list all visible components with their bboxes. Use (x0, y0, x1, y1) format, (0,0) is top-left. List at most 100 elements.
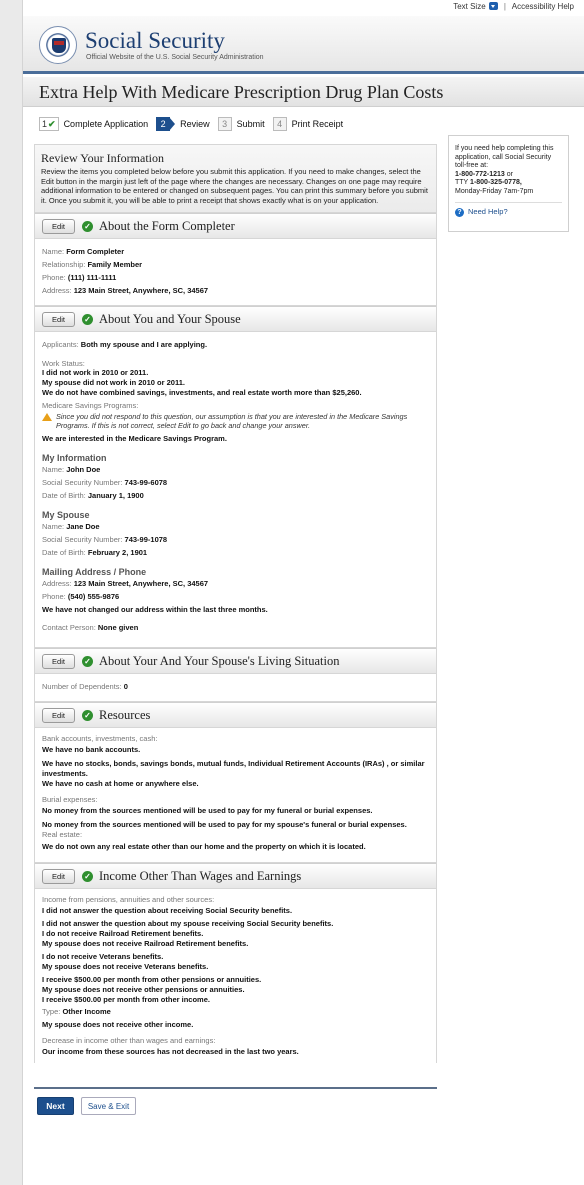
income-item: I receive $500.00 per month from other i… (42, 995, 210, 1004)
field-row: Number of Dependents: 0 (42, 682, 128, 691)
review-panel: Review Your Information Review the items… (34, 144, 437, 1063)
utility-separator: | (503, 2, 506, 11)
review-intro: Review Your Information Review the items… (35, 145, 436, 213)
edit-you-and-spouse-button[interactable]: Edit (42, 311, 75, 327)
step-print-receipt: 4 Print Receipt (272, 117, 344, 131)
field-label: Burial expenses: (42, 795, 98, 804)
income-item: I did not answer the question about rece… (42, 906, 293, 915)
section-header-you-and-spouse: Edit ✓ About You and Your Spouse (35, 306, 436, 332)
step-complete-application: 1✔ Complete Application (39, 117, 148, 131)
divider (455, 202, 562, 203)
page: Text Size | Accessibility Help Social Se… (22, 0, 584, 1185)
edit-living-situation-button[interactable]: Edit (42, 653, 75, 669)
income-item: I do not receive Veterans benefits. (42, 952, 164, 961)
edit-income-button[interactable]: Edit (42, 868, 75, 884)
subsection-heading: My Spouse (42, 510, 90, 520)
field-row: Phone: (540) 555-9876 (42, 592, 120, 601)
progress-steps: 1✔ Complete Application 2 Review 3 Submi… (39, 114, 351, 134)
save-and-exit-button[interactable]: Save & Exit (81, 1097, 136, 1115)
step-number: 4 (272, 117, 287, 131)
income-item: My spouse does not receive other pension… (42, 985, 245, 994)
need-help-link[interactable]: ? Need Help? (455, 208, 562, 217)
section-title: Income Other Than Wages and Earnings (99, 868, 302, 883)
income-item: I receive $500.00 per month from other p… (42, 975, 262, 984)
check-circle-icon: ✓ (82, 870, 93, 882)
section-title: About Your And Your Spouse's Living Situ… (99, 653, 340, 668)
help-phone: 1-800-772-1213 or (455, 170, 513, 178)
step-number: 1✔ (39, 117, 59, 131)
field-row: Address: 123 Main Street, Anywhere, SC, … (42, 579, 209, 588)
text-size-link[interactable]: Text Size (453, 2, 498, 11)
edit-resources-button[interactable]: Edit (42, 707, 75, 723)
section-body-income: Income from pensions, annuities and othe… (35, 889, 436, 1063)
section-body-form-completer: Name: Form Completer Relationship: Famil… (35, 239, 436, 306)
income-item: My spouse does not receive Railroad Reti… (42, 939, 249, 948)
section-header-living-situation: Edit ✓ About Your And Your Spouse's Livi… (35, 648, 436, 674)
field-label: Bank accounts, investments, cash: (42, 734, 158, 743)
field-row: Date of Birth: February 2, 1901 (42, 548, 148, 557)
form-footer: Next Save & Exit (34, 1087, 437, 1115)
help-box: If you need help completing this applica… (448, 135, 569, 232)
title-bar: Extra Help With Medicare Prescription Dr… (23, 77, 584, 107)
brand-title[interactable]: Social Security (85, 28, 225, 54)
income-item: Our income from these sources has not de… (42, 1047, 299, 1056)
field-row: Applicants: Both my spouse and I are app… (42, 340, 208, 349)
msp-value: We are interested in the Medicare Saving… (42, 434, 227, 443)
field-row: Phone: (111) 111-1111 (42, 273, 117, 282)
field-row: Name: Form Completer (42, 247, 125, 256)
section-body-resources: Bank accounts, investments, cash: We hav… (35, 728, 436, 863)
section-title: About You and Your Spouse (99, 311, 241, 326)
accessibility-help-link[interactable]: Accessibility Help (512, 2, 574, 11)
income-item: I do not receive Railroad Retirement ben… (42, 929, 204, 938)
review-text: Review the items you completed below bef… (41, 167, 428, 205)
step-number: 3 (217, 117, 232, 131)
section-header-resources: Edit ✓ Resources (35, 702, 436, 728)
field-label: Real estate: (42, 830, 83, 839)
section-title: Resources (99, 707, 151, 722)
step-review: 2 Review (156, 117, 210, 131)
step-submit: 3 Submit (217, 117, 265, 131)
resource-item: We have no stocks, bonds, savings bonds,… (42, 759, 425, 778)
work-status-item: We do not have combined savings, investm… (42, 388, 362, 397)
section-body-living-situation: Number of Dependents: 0 (35, 674, 436, 702)
section-title: About the Form Completer (99, 218, 235, 233)
section-header-income: Edit ✓ Income Other Than Wages and Earni… (35, 863, 436, 889)
field-row: Contact Person: None given (42, 623, 139, 632)
field-row: Name: John Doe (42, 465, 101, 474)
help-tty: TTY 1-800-325-0778, (455, 179, 522, 186)
field-row: Address: 123 Main Street, Anywhere, SC, … (42, 286, 209, 295)
field-label: Work Status: (42, 359, 85, 368)
page-title: Extra Help With Medicare Prescription Dr… (39, 82, 444, 102)
chevron-down-icon[interactable] (488, 2, 498, 10)
utility-bar: Text Size | Accessibility Help (23, 0, 584, 16)
income-item: I did not answer the question about my s… (42, 919, 334, 928)
subsection-heading: My Information (42, 453, 107, 463)
field-row: Social Security Number: 743-99-6078 (42, 478, 168, 487)
field-row: Date of Birth: January 1, 1900 (42, 491, 144, 500)
warning-icon (42, 413, 52, 421)
check-circle-icon: ✓ (82, 220, 93, 232)
resource-item: No money from the sources mentioned will… (42, 820, 407, 829)
field-row: Type: Other Income (42, 1007, 111, 1016)
step-label: Complete Application (63, 119, 149, 129)
next-button[interactable]: Next (37, 1097, 74, 1115)
field-label: Income from pensions, annuities and othe… (42, 895, 215, 904)
field-label: Decrease in income other than wages and … (42, 1036, 216, 1045)
checkmark-icon: ✔ (48, 119, 56, 129)
step-label: Submit (236, 119, 265, 129)
step-label: Review (180, 119, 210, 129)
question-icon: ? (455, 208, 464, 217)
resource-item: No money from the sources mentioned will… (42, 806, 373, 815)
help-hours: Monday-Friday 7am-7pm (455, 187, 534, 195)
field-label: Medicare Savings Programs: (42, 401, 139, 410)
address-note: We have not changed our address within t… (42, 605, 268, 614)
resource-item: We have no cash at home or anywhere else… (42, 779, 199, 788)
field-row: Relationship: Family Member (42, 260, 143, 269)
work-status-item: My spouse did not work in 2010 or 2011. (42, 378, 185, 387)
ssa-seal-logo-icon[interactable] (39, 26, 77, 64)
check-circle-icon: ✓ (82, 655, 93, 667)
section-header-form-completer: Edit ✓ About the Form Completer (35, 213, 436, 239)
income-item: My spouse does not receive other income. (42, 1020, 194, 1029)
step-label: Print Receipt (291, 119, 344, 129)
edit-form-completer-button[interactable]: Edit (42, 218, 75, 234)
